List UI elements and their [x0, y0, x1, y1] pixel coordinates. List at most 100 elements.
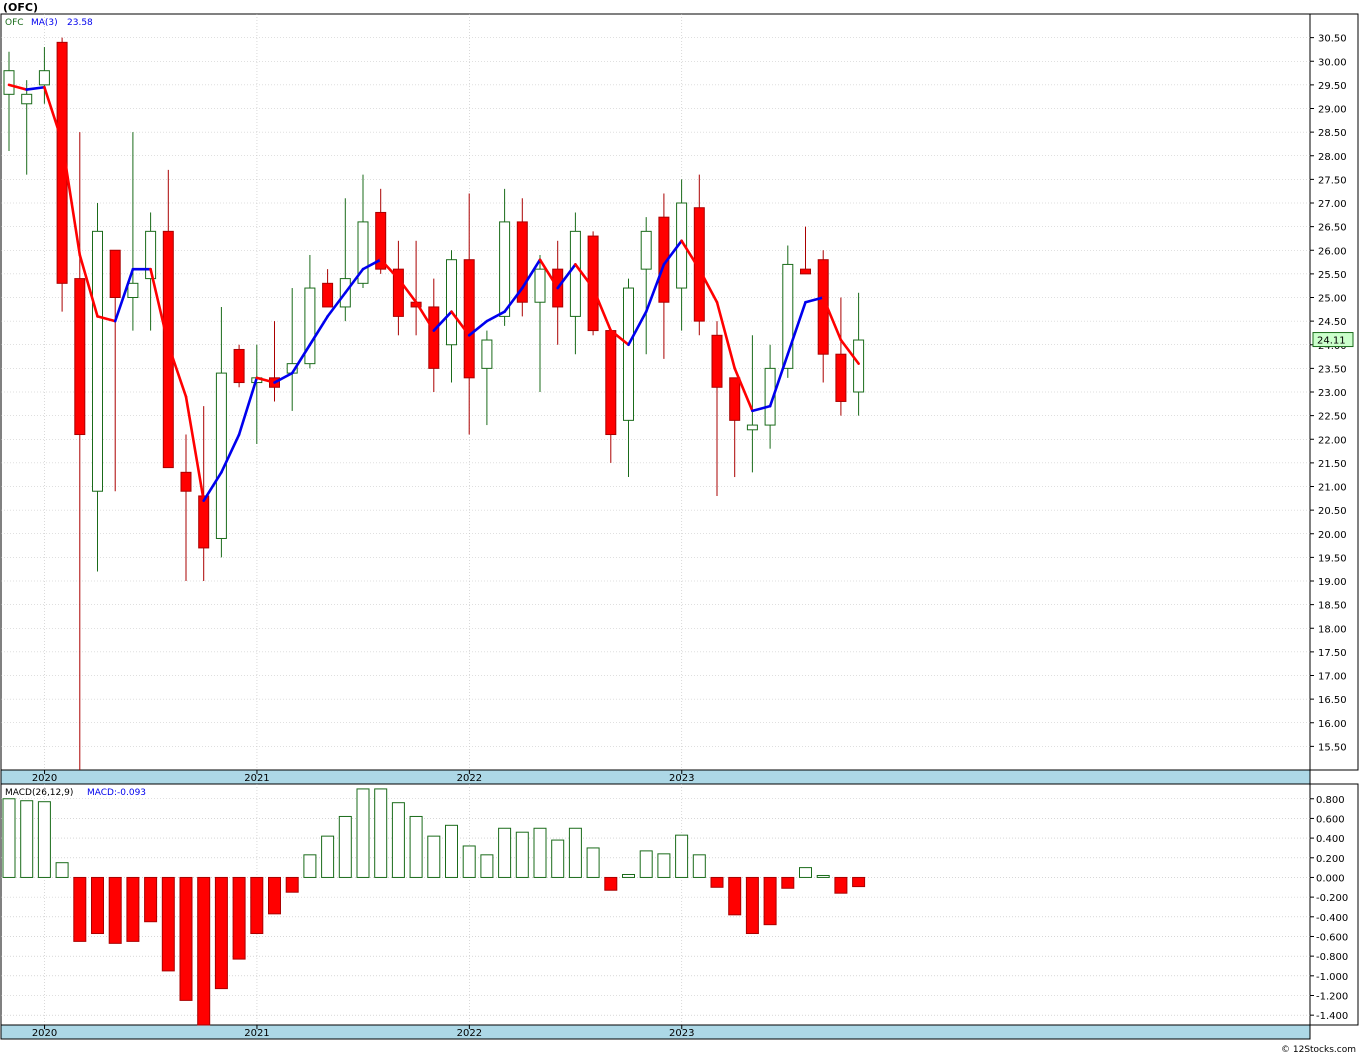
legend-symbol: OFC: [5, 18, 24, 28]
candle: [56, 37, 68, 312]
macd-y-tick-label: -1.400: [1316, 1011, 1348, 1022]
macd-bar-positive: [2, 798, 16, 878]
legend-ma-value: 23.58: [67, 18, 93, 28]
candle-body-up: [127, 282, 139, 299]
price-y-tick-label: 19.50: [1318, 553, 1347, 564]
legend-ma-label: MA(3): [31, 18, 58, 28]
macd-bar-negative: [179, 876, 193, 1001]
macd-y-tick-label: -0.600: [1316, 932, 1348, 943]
macd-bar-negative: [745, 876, 759, 935]
candle-body-up: [640, 230, 652, 270]
macd-bar-positive: [356, 788, 370, 878]
price-x-tick-label: 2020: [32, 773, 57, 784]
price-y-tick-label: 20.50: [1318, 506, 1347, 517]
price-y-tick-label: 18.00: [1318, 624, 1347, 635]
price-y-tick-label: 29.50: [1318, 81, 1347, 92]
macd-bar-positive: [816, 874, 830, 878]
macd-bar-positive: [427, 835, 441, 878]
candle-body-down: [835, 353, 847, 402]
price-y-tick-label: 29.00: [1318, 105, 1347, 116]
macd-x-axis-band: [0, 1024, 1311, 1040]
price-y-tick-label: 17.00: [1318, 672, 1347, 683]
candle-body-up: [481, 339, 493, 369]
macd-y-tick-label: -1.200: [1316, 991, 1348, 1002]
price-y-tick-label: 21.50: [1318, 459, 1347, 470]
macd-bar-negative: [232, 876, 246, 960]
candle-body-up: [446, 259, 457, 346]
candle-body-up: [499, 221, 511, 317]
macd-x-tick-label: 2021: [244, 1028, 269, 1039]
macd-bar-positive: [498, 827, 512, 878]
candle-body-up: [623, 287, 634, 421]
macd-bar-positive: [480, 854, 494, 878]
price-y-tick-label: 27.00: [1318, 199, 1347, 210]
macd-y-tick-label: 0.400: [1316, 834, 1345, 845]
price-x-tick-label: 2021: [244, 773, 269, 784]
candle-body-down: [711, 334, 723, 388]
macd-bar-negative: [728, 876, 742, 916]
candle-body-up: [746, 424, 758, 431]
chart-title: (OFC): [3, 1, 38, 14]
macd-bar-negative: [710, 876, 724, 888]
macd-bar-positive: [568, 827, 582, 878]
macd-bar-negative: [852, 876, 866, 888]
price-y-tick-label: 28.50: [1318, 128, 1347, 139]
macd-bar-positive: [657, 853, 671, 878]
price-y-tick-label: 23.00: [1318, 388, 1347, 399]
macd-bar-negative: [268, 876, 281, 915]
macd-bar-negative: [144, 876, 158, 923]
macd-y-tick-label: 0.200: [1316, 854, 1345, 865]
macd-bar-positive: [462, 845, 476, 878]
price-y-tick-label: 30.00: [1318, 57, 1347, 68]
watermark: © 12Stocks.com: [1281, 1045, 1356, 1055]
macd-bar-positive: [533, 827, 547, 878]
candle: [233, 344, 245, 388]
macd-bar-positive: [338, 815, 352, 878]
candle-body-down: [180, 471, 192, 492]
candle-body-up: [38, 70, 50, 86]
macd-bar-positive: [321, 835, 335, 878]
price-y-tick-label: 22.50: [1318, 412, 1347, 423]
macd-bar-negative: [108, 876, 122, 944]
macd-bar-positive: [303, 854, 317, 878]
price-y-tick-label: 26.00: [1318, 246, 1347, 257]
macd-bar-positive: [622, 873, 635, 878]
price-x-tick-label: 2023: [669, 773, 694, 784]
candle-body-down: [162, 230, 174, 469]
candle-body-up: [215, 372, 227, 539]
price-x-tick-label: 2022: [457, 773, 482, 784]
macd-bar-positive: [409, 815, 423, 878]
macd-x-tick-label: 2022: [457, 1028, 482, 1039]
price-y-tick-label: 25.00: [1318, 294, 1347, 305]
macd-bar-negative: [834, 876, 848, 894]
price-y-tick-label: 19.00: [1318, 577, 1347, 588]
price-y-tick-label: 23.50: [1318, 364, 1347, 375]
macd-bar-positive: [586, 847, 600, 878]
macd-bar-positive: [374, 788, 388, 878]
legend-macd-value: MACD:-0.093: [87, 788, 146, 798]
macd-bar-negative: [763, 876, 777, 926]
candle-body-down: [463, 259, 475, 379]
macd-bar-negative: [250, 876, 264, 935]
macd-y-tick-label: 0.000: [1316, 873, 1345, 884]
candle-body-up: [21, 93, 33, 105]
candle-body-up: [3, 70, 15, 95]
price-y-tick-label: 27.50: [1318, 175, 1347, 186]
price-y-tick-label: 17.50: [1318, 648, 1347, 659]
macd-bar-positive: [551, 839, 565, 878]
macd-bar-negative: [285, 876, 299, 893]
candle-body-down: [605, 330, 617, 436]
macd-x-tick-label: 2020: [32, 1028, 57, 1039]
candle-body-down: [322, 282, 334, 308]
candle-body-up: [92, 230, 103, 492]
macd-y-tick-label: 0.800: [1316, 795, 1345, 806]
candle-body-up: [853, 339, 865, 393]
macd-y-tick-label: -0.200: [1316, 893, 1348, 904]
macd-bar-positive: [515, 831, 529, 878]
macd-bar-negative: [214, 876, 228, 990]
candle-body-down: [198, 495, 210, 549]
macd-bar-positive: [799, 867, 812, 878]
macd-bar-positive: [675, 834, 689, 878]
price-x-axis-band: [0, 769, 1311, 785]
macd-bar-positive: [20, 800, 34, 878]
